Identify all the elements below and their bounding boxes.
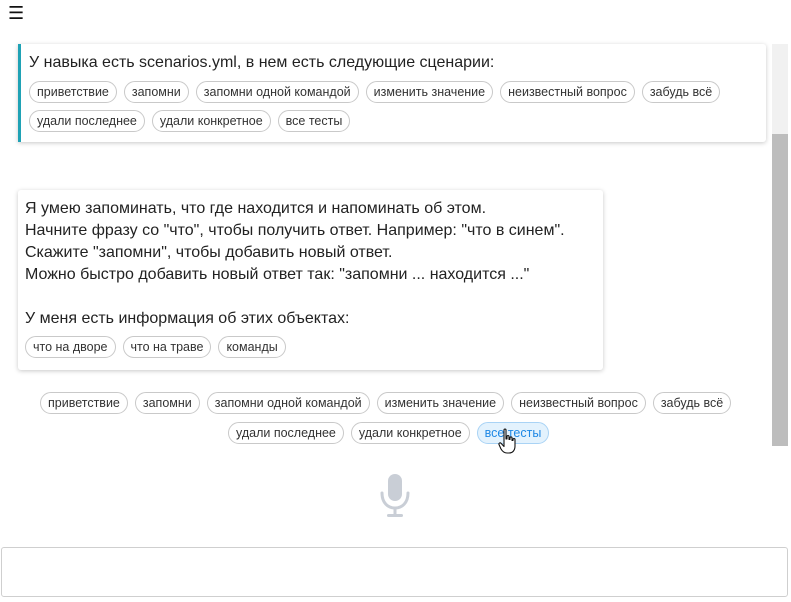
suggestion-change-value[interactable]: изменить значение [376,392,505,414]
chip-change-value[interactable]: изменить значение [365,81,494,103]
chip-unknown-question[interactable]: неизвестный вопрос [500,81,635,103]
suggestion-greeting[interactable]: приветствие [40,392,128,414]
chip-delete-specific[interactable]: удали конкретное [151,110,271,132]
suggestion-forget-all[interactable]: забудь всё [652,392,732,414]
message-input-box[interactable] [1,547,788,597]
skill-scenarios-text: У навыка есть scenarios.yml, в нем есть … [29,54,495,71]
suggestion-delete-specific[interactable]: удали конкретное [350,422,470,444]
suggestion-delete-last[interactable]: удали последнее [228,422,344,444]
chip-remember[interactable]: запомни [123,81,189,103]
chip-what-in-yard[interactable]: что на дворе [25,336,116,358]
suggestions-row-1: приветствие запомни запомни одной команд… [40,392,732,414]
suggestion-remember-one-command[interactable]: запомни одной командой [206,392,370,414]
message-input[interactable] [2,548,787,596]
skill-chip-row-2: удали последнее удали конкретное все тес… [29,110,351,132]
suggestion-unknown-question[interactable]: неизвестный вопрос [511,392,646,414]
scrollbar-thumb[interactable] [772,134,788,446]
chip-what-on-grass[interactable]: что на траве [122,336,212,358]
chip-greeting[interactable]: приветствие [29,81,117,103]
bot-answer-text: Я умею запоминать, что где находится и н… [25,200,565,327]
hand-pointer-cursor-icon [498,428,516,454]
chip-forget-all[interactable]: забудь всё [641,81,721,103]
suggestion-remember[interactable]: запомни [134,392,200,414]
object-chip-row: что на дворе что на траве команды [25,336,286,358]
chip-all-tests[interactable]: все тесты [277,110,351,132]
chip-delete-last[interactable]: удали последнее [29,110,145,132]
skill-chip-row-1: приветствие запомни запомни одной команд… [29,81,721,103]
bot-answer-message: Я умею запоминать, что где находится и н… [18,190,603,370]
microphone-icon[interactable] [378,473,412,519]
chip-commands[interactable]: команды [218,336,286,358]
chip-remember-one-command[interactable]: запомни одной командой [195,81,359,103]
hamburger-menu-icon[interactable]: ☰ [8,2,24,24]
skill-scenarios-message: У навыка есть scenarios.yml, в нем есть … [18,44,766,142]
